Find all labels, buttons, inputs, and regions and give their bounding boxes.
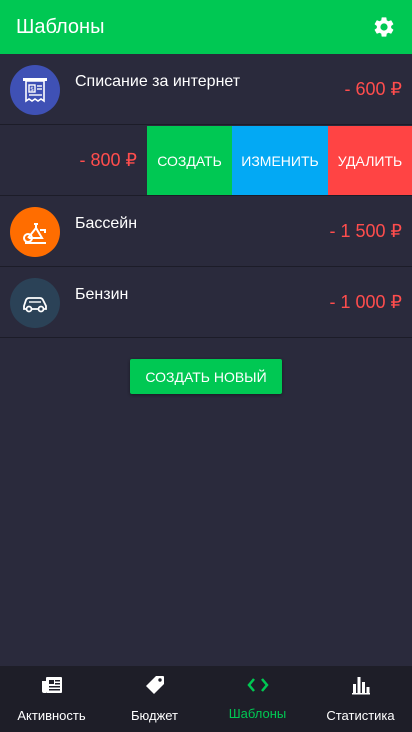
car-icon — [10, 277, 60, 328]
template-row[interactable]: $ Списание за интернет - 600 ₽ — [0, 55, 412, 125]
delete-button[interactable]: УДАЛИТЬ — [328, 126, 412, 195]
tag-icon — [145, 675, 165, 700]
edit-button[interactable]: ИЗМЕНИТЬ — [232, 126, 328, 195]
nav-item-templates[interactable]: Шаблоны — [206, 666, 309, 732]
template-row[interactable]: Бензин - 1 000 ₽ — [0, 268, 412, 338]
template-amount: - 1 000 ₽ — [329, 292, 403, 312]
nav-label: Шаблоны — [228, 706, 287, 721]
code-icon — [246, 677, 269, 698]
template-amount: - 600 ₽ — [344, 79, 402, 99]
nav-label: Статистика — [326, 708, 395, 723]
template-row[interactable]: Бассейн - 1 500 ₽ — [0, 197, 412, 267]
template-amount: - 1 500 ₽ — [329, 221, 403, 241]
nav-item-statistics[interactable]: Статистика — [309, 666, 412, 732]
bottom-navigation: Активность Бюджет Шаблоны Статистика — [0, 666, 412, 732]
bar-chart-icon — [351, 675, 371, 700]
nav-label: Активность — [17, 708, 86, 723]
template-name: Бассейн — [75, 214, 138, 232]
create-button[interactable]: СОЗДАТЬ — [147, 126, 232, 195]
svg-text:$: $ — [30, 86, 34, 93]
receipt-icon: $ — [10, 64, 60, 115]
page-title: Шаблоны — [16, 15, 105, 38]
newspaper-icon — [41, 675, 63, 700]
nav-item-activity[interactable]: Активность — [0, 666, 103, 732]
template-name: Списание за интернет — [75, 72, 241, 90]
nav-item-budget[interactable]: Бюджет — [103, 666, 206, 732]
app-header: Шаблоны — [0, 0, 412, 54]
nav-label: Бюджет — [130, 708, 179, 723]
exercise-bike-icon — [10, 206, 60, 257]
create-new-button[interactable]: СОЗДАТЬ НОВЫЙ — [130, 359, 282, 394]
template-name: Бензин — [75, 285, 129, 303]
template-amount: - 800 ₽ — [79, 150, 137, 170]
swiped-template-row[interactable]: - 800 ₽ СОЗДАТЬ ИЗМЕНИТЬ УДАЛИТЬ — [0, 126, 412, 196]
gear-icon[interactable] — [372, 15, 396, 39]
